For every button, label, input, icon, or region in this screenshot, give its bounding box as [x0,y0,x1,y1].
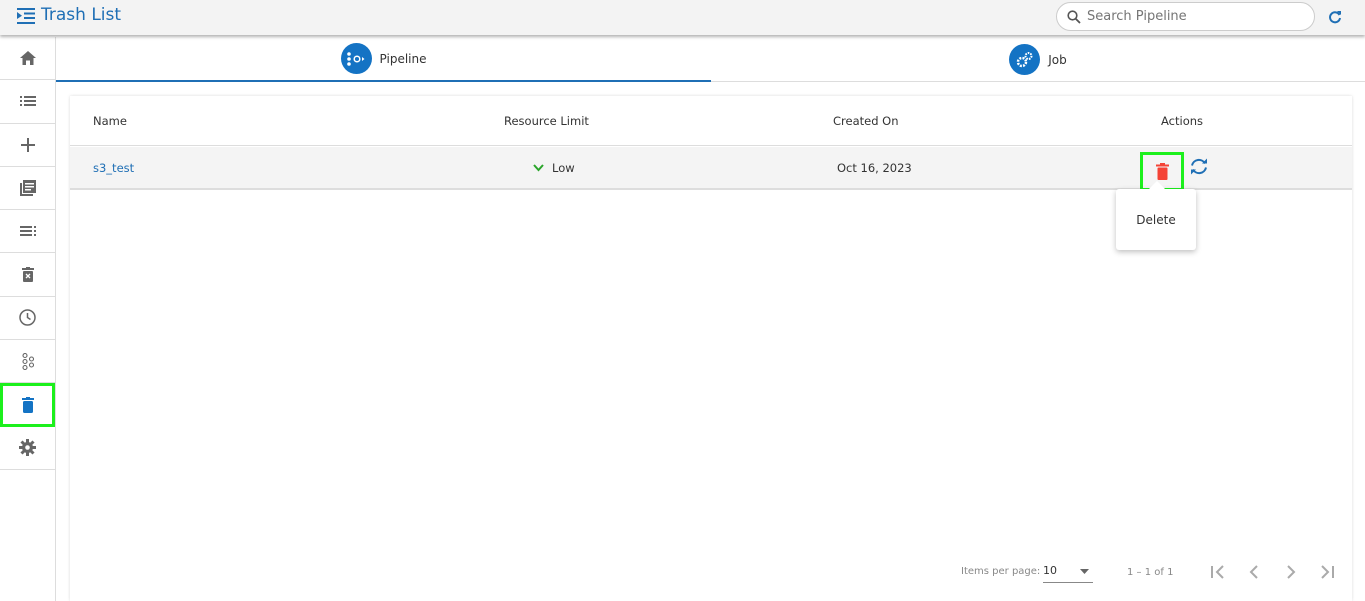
chevron-left-icon [1249,565,1258,579]
page-title: Trash List [41,5,122,25]
items-per-page-label: Items per page: [961,566,1041,577]
sidebar-item-queue[interactable] [0,210,55,254]
sidebar-item-create[interactable] [0,124,55,167]
search-box[interactable] [1056,2,1315,31]
trash-icon [21,397,34,414]
column-header-resource-limit: Resource Limit [504,113,589,128]
tab-pipeline[interactable]: Pipeline [56,37,711,82]
library-icon [19,180,36,197]
column-header-actions: Actions [1161,113,1204,128]
search-icon [1067,9,1081,24]
sidebar-item-trash-bin[interactable] [0,253,55,297]
search-input[interactable] [1087,9,1287,24]
delete-forever-icon [21,267,34,283]
sidebar-item-components[interactable] [0,340,55,384]
job-gears-icon [1009,44,1041,75]
home-icon [19,51,36,66]
next-page-button[interactable] [1285,564,1297,585]
table-header: Name Resource Limit Created On Actions [70,96,1352,146]
gear-icon [19,439,36,457]
trash-table: Name Resource Limit Created On Actions s… [70,96,1352,601]
sidebar-item-home[interactable] [0,37,55,81]
dropdown-arrow-icon [1080,569,1089,574]
queue-list-icon [19,226,36,237]
first-page-button[interactable] [1210,564,1226,585]
restore-icon[interactable] [1189,157,1209,178]
column-header-name: Name [93,113,127,128]
sidebar-item-list[interactable] [0,80,55,124]
sidebar [0,37,56,601]
nodes-icon [21,352,34,370]
tab-label: Pipeline [379,51,427,66]
created-on: Oct 16, 2023 [837,160,912,175]
chevron-down-icon [533,163,544,171]
app-header: Trash List [0,0,1365,35]
sidebar-item-history[interactable] [0,297,55,341]
clock-icon [19,309,36,327]
sidebar-item-trash[interactable] [0,383,55,427]
list-icon [19,96,36,107]
tab-bar: Pipeline Job [56,37,1365,82]
delete-tooltip: Delete [1116,181,1196,250]
first-page-icon [1211,565,1224,579]
last-page-button[interactable] [1319,564,1335,585]
last-page-icon [1321,565,1334,579]
items-per-page-value: 10 [1043,564,1057,577]
page-range: 1 – 1 of 1 [1127,567,1174,578]
pipeline-icon [340,43,372,74]
tooltip-text: Delete [1136,212,1176,227]
chevron-right-icon [1287,565,1296,579]
sidebar-item-library[interactable] [0,167,55,211]
column-header-created-on: Created On [833,113,899,128]
tab-job[interactable]: Job [711,37,1365,82]
previous-page-button[interactable] [1248,564,1260,585]
sidebar-item-settings[interactable] [0,427,55,470]
refresh-icon[interactable] [1328,9,1342,28]
menu-toggle-icon[interactable] [17,8,35,28]
pipeline-name-link[interactable]: s3_test [93,161,134,175]
plus-icon [20,137,35,152]
trash-icon [1155,163,1169,180]
items-per-page-select[interactable]: 10 [1043,564,1093,583]
resource-limit: Low [533,161,575,175]
resource-limit-value: Low [552,160,575,175]
tab-label: Job [1048,52,1067,67]
